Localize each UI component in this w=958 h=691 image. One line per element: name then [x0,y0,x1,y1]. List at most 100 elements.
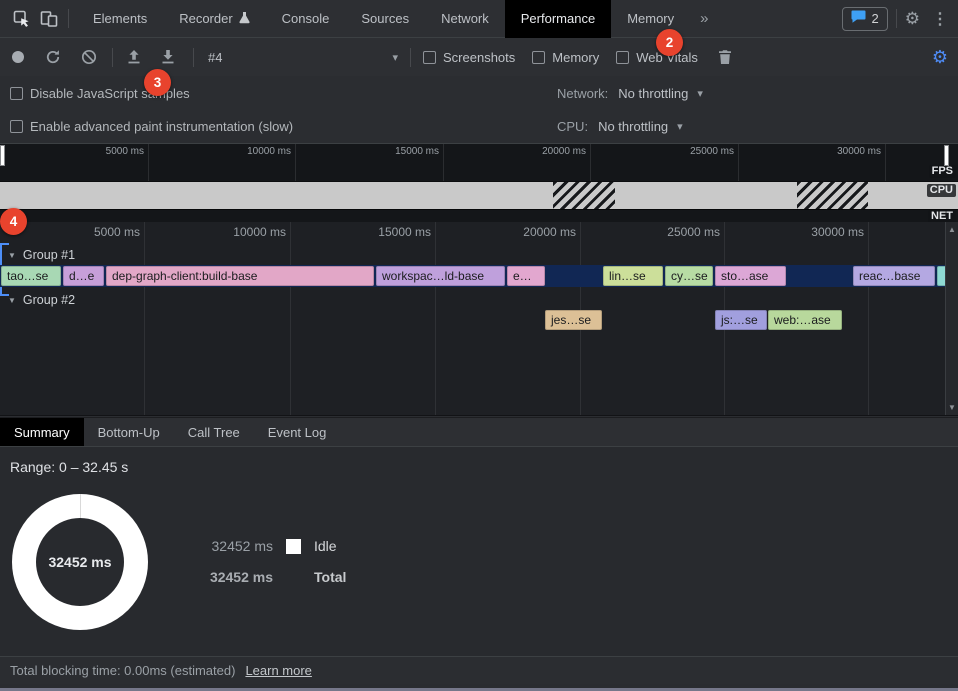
idle-swatch [286,539,301,554]
cpu-hatch-layer [0,182,958,210]
flame-bar[interactable]: workspac…ld-base [376,266,505,286]
flame-bar[interactable]: jes…se [545,310,602,330]
group-2-header[interactable]: ▼ Group #2 [8,293,75,307]
inspect-element-icon[interactable] [10,8,32,30]
divider [896,9,897,28]
ruler-tick: 15000 ms [443,144,444,181]
options-row-2: Enable advanced paint instrumentation (s… [0,110,958,143]
cpu-throttle-value: No throttling [598,119,668,134]
tab-sources[interactable]: Sources [345,0,425,38]
tab-elements[interactable]: Elements [77,0,163,38]
scroll-up-icon[interactable]: ▲ [948,225,956,234]
fps-lane-label: FPS [929,165,956,178]
legend-row-idle: 32452 ms Idle [208,538,337,554]
flame-bar[interactable]: d…e [63,266,104,286]
tab-recorder[interactable]: Recorder [163,0,265,38]
overview-left-handle[interactable] [0,145,5,166]
tab-call-tree[interactable]: Call Tree [174,418,254,446]
tab-label: Call Tree [188,425,240,440]
experiment-flask-icon [239,11,250,27]
collapse-triangle-icon[interactable]: ▼ [8,251,16,260]
cpu-busy-hatch [553,182,615,210]
footer-bar: Total blocking time: 0.00ms (estimated) … [0,656,958,684]
time-breakdown-donut [12,494,148,630]
tabbar-right-controls: 2 ⚙ ⋮ [842,7,958,31]
checkbox-label: Screenshots [443,50,515,65]
settings-gear-icon[interactable]: ⚙ [905,9,920,29]
scroll-down-icon[interactable]: ▼ [948,403,956,412]
network-throttle-select[interactable]: No throttling ▾ [618,86,703,101]
recording-select[interactable]: #4 ▾ [208,50,398,65]
timeline-overview[interactable]: 5000 ms10000 ms15000 ms20000 ms25000 ms3… [0,143,958,222]
memory-checkbox[interactable]: Memory [532,50,599,65]
tab-performance[interactable]: Performance [505,0,611,38]
chevron-down-icon: ▾ [677,120,683,133]
flame-chart: 5000 ms10000 ms15000 ms20000 ms25000 ms3… [0,222,958,416]
ruler-tick: 10000 ms [295,144,296,181]
ruler-tick: 5000 ms [148,144,149,181]
tab-bottom-up[interactable]: Bottom-Up [84,418,174,446]
flame-bar[interactable]: lin…se [603,266,663,286]
learn-more-link[interactable]: Learn more [245,663,311,678]
summary-pane: Range: 0 – 32.45 s 32452 ms 32452 ms Idl… [0,447,958,656]
window-bottom-edge [0,684,958,691]
cpu-label: CPU: [557,119,588,134]
cpu-throttle-control: CPU: No throttling ▾ [557,119,683,134]
group-2-track: jes…se js:…seweb:…ase [0,309,958,331]
advanced-paint-checkbox[interactable]: Enable advanced paint instrumentation (s… [10,119,293,134]
flame-bar[interactable]: reac…base [853,266,935,286]
vertical-scrollbar[interactable]: ▲ ▼ [945,222,958,415]
performance-toolbar: #4 ▾ Screenshots Memory Web Vitals ⚙ [0,38,958,76]
checkbox-box[interactable] [616,51,629,64]
tab-label: Bottom-Up [98,425,160,440]
capture-settings-gear-icon[interactable]: ⚙ [932,47,948,68]
console-messages-count: 2 [872,11,879,26]
overview-right-handle[interactable] [944,145,949,166]
console-messages-button[interactable]: 2 [842,7,888,31]
device-toolbar-icon[interactable] [38,8,60,30]
checkbox-box[interactable] [10,120,23,133]
clear-recordings-icon[interactable] [80,48,98,66]
checkbox-label: Memory [552,50,599,65]
tab-network[interactable]: Network [425,0,505,38]
checkbox-box[interactable] [423,51,436,64]
record-button[interactable] [12,51,24,63]
tab-console[interactable]: Console [266,0,346,38]
more-tabs-icon[interactable]: » [690,10,718,27]
divider [68,9,69,28]
load-profile-icon[interactable] [125,48,143,66]
tab-event-log[interactable]: Event Log [254,418,341,446]
flame-bar[interactable]: cy…se [665,266,713,286]
flame-bar[interactable]: e… [507,266,545,286]
overview-cpu-band [0,181,958,210]
flame-bar[interactable]: dep-graph-client:build-base [106,266,374,286]
cpu-throttle-select[interactable]: No throttling ▾ [598,119,683,134]
tab-label: Console [282,11,330,26]
flame-bar[interactable]: web:…ase [768,310,842,330]
group-1-header[interactable]: ▼ Group #1 [8,248,75,262]
tab-label: Network [441,11,489,26]
trash-icon[interactable] [716,48,734,66]
flame-bar[interactable]: js:…se [715,310,767,330]
checkbox-box[interactable] [10,87,23,100]
web-vitals-checkbox[interactable]: Web Vitals [616,50,698,65]
group-label: Group #1 [23,248,75,262]
tab-label: Summary [14,425,70,440]
reload-and-record-button[interactable] [44,48,62,66]
more-options-icon[interactable]: ⋮ [932,9,948,29]
details-tabbar: Summary Bottom-Up Call Tree Event Log [0,417,958,447]
cpu-busy-hatch [797,182,868,210]
tab-label: Event Log [268,425,327,440]
flame-bar[interactable]: sto…ase [715,266,786,286]
tab-label: Sources [361,11,409,26]
save-profile-icon[interactable] [159,48,177,66]
network-label: Network: [557,86,608,101]
flame-bar[interactable]: tao…se [1,266,61,286]
screenshots-checkbox[interactable]: Screenshots [423,50,515,65]
checkbox-box[interactable] [532,51,545,64]
legend-value: 32452 ms [208,538,273,554]
tab-summary[interactable]: Summary [0,418,84,446]
range-text: Range: 0 – 32.45 s [10,459,128,475]
checkbox-label: Enable advanced paint instrumentation (s… [30,119,293,134]
collapse-triangle-icon[interactable]: ▼ [8,296,16,305]
